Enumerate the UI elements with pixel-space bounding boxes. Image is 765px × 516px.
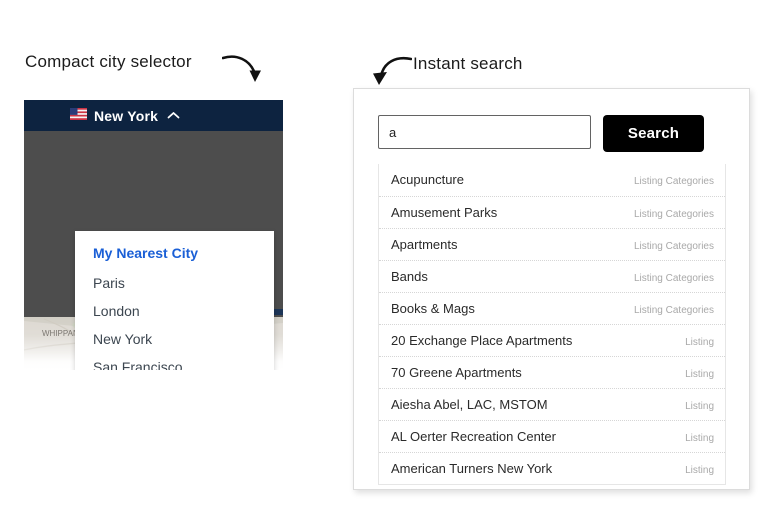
result-title: Books & Mags (391, 301, 475, 316)
result-row[interactable]: American Turners New York Listing (379, 452, 725, 484)
result-type-badge: Listing (685, 369, 714, 380)
instant-search-card: Search Acupuncture Listing Categories Am… (353, 88, 750, 490)
city-selector-screenshot: TO Home Places + WHIPPANY East Hanover R… (24, 100, 283, 370)
city-option-london[interactable]: London (75, 297, 274, 325)
result-title: Aiesha Abel, LAC, MSTOM (391, 397, 548, 412)
result-title: 20 Exchange Place Apartments (391, 333, 573, 348)
us-flag-icon (70, 107, 87, 124)
result-row[interactable]: Apartments Listing Categories (379, 228, 725, 260)
annotation-label-city-selector: Compact city selector (25, 52, 192, 71)
annotation-label-instant-search: Instant search (413, 54, 523, 73)
result-title: Apartments (391, 237, 458, 252)
result-type-badge: Listing Categories (633, 176, 714, 187)
result-type-badge: Listing Categories (633, 273, 714, 284)
annotation-arrow-down-right-icon (222, 55, 261, 82)
result-title: Acupuncture (391, 172, 464, 187)
result-row[interactable]: Books & Mags Listing Categories (379, 292, 725, 324)
city-selector-dropdown[interactable]: My Nearest City Paris London New York Sa… (75, 231, 274, 370)
result-type-badge: Listing Categories (633, 209, 714, 220)
result-title: Amusement Parks (391, 205, 498, 220)
instant-search-results: Acupuncture Listing Categories Amusement… (378, 164, 726, 485)
result-type-badge: Listing (685, 401, 714, 412)
search-bar: Search (378, 115, 704, 152)
result-row[interactable]: 20 Exchange Place Apartments Listing (379, 324, 725, 356)
city-option-my-nearest-city[interactable]: My Nearest City (75, 239, 274, 269)
result-row[interactable]: Amusement Parks Listing Categories (379, 196, 725, 228)
result-title: AL Oerter Recreation Center (391, 429, 556, 444)
result-type-badge: Listing Categories (633, 305, 714, 316)
city-option-new-york[interactable]: New York (75, 325, 274, 353)
result-type-badge: Listing (685, 465, 714, 476)
annotation-arrow-down-left-icon (373, 56, 412, 85)
city-selector-trigger[interactable]: New York (70, 100, 180, 131)
result-title: American Turners New York (391, 461, 553, 476)
search-input[interactable] (378, 115, 591, 149)
search-button[interactable]: Search (603, 115, 704, 152)
result-type-badge: Listing (685, 337, 714, 348)
result-row[interactable]: Aiesha Abel, LAC, MSTOM Listing (379, 388, 725, 420)
result-type-badge: Listing Categories (633, 241, 714, 252)
city-option-san-francisco[interactable]: San Francisco (75, 353, 274, 370)
result-title: 70 Greene Apartments (391, 365, 522, 380)
result-title: Bands (391, 269, 428, 284)
city-selector-label: New York (94, 107, 159, 124)
result-type-badge: Listing (685, 433, 714, 444)
result-row[interactable]: Acupuncture Listing Categories (379, 164, 725, 196)
result-row[interactable]: AL Oerter Recreation Center Listing (379, 420, 725, 452)
result-row[interactable]: Bands Listing Categories (379, 260, 725, 292)
city-option-paris[interactable]: Paris (75, 269, 274, 297)
site-topbar: New York (24, 100, 283, 131)
chevron-up-icon (167, 107, 180, 125)
result-row[interactable]: 70 Greene Apartments Listing (379, 356, 725, 388)
